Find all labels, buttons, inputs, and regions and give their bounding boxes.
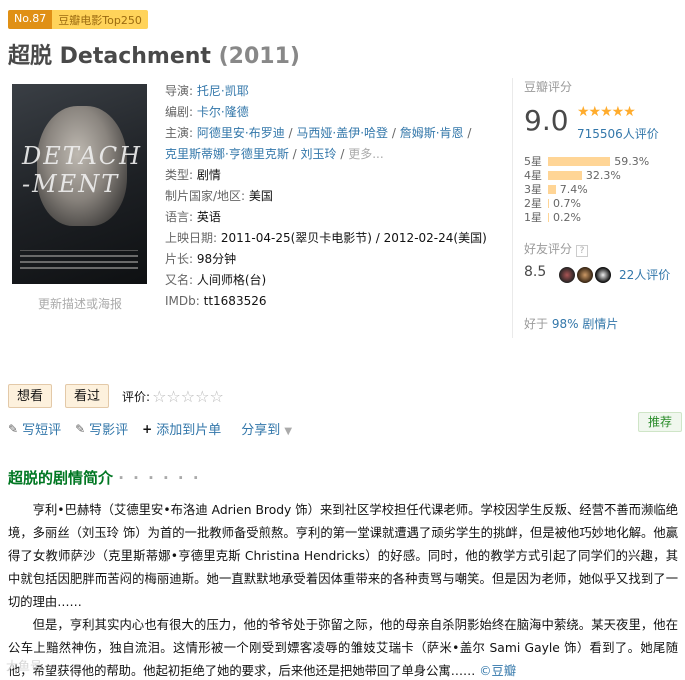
rating-bar-4: 4星 32.3%: [524, 168, 621, 183]
poster-title: DETACH -MENT: [22, 142, 143, 198]
chevron-down-icon: ▼: [284, 426, 293, 437]
summary-paragraph: 亨利•巴赫特（艾德里安•布洛迪 Adrien Brody 饰）来到社区学校担任代…: [8, 503, 678, 609]
recommend-button[interactable]: 推荐: [638, 412, 682, 432]
rating-bar-5: 5星 59.3%: [524, 154, 650, 169]
writer-row: 编剧: 卡尔·隆德: [165, 105, 249, 119]
rating-bar-3: 3星 7.4%: [524, 182, 588, 197]
rating-bar-fill: [548, 170, 582, 180]
cast-link[interactable]: 詹姆斯·肯恩: [400, 126, 464, 140]
genre-row: 类型: 剧情: [165, 168, 221, 182]
page-title: 超脱 Detachment (2011): [8, 38, 300, 70]
watched-button[interactable]: 看过: [65, 384, 110, 408]
action-links: ✎ 写短评 ✎ 写影评 + 添加到片单 分享到 ▼: [8, 419, 292, 439]
friends-count-link[interactable]: 22人评价: [619, 266, 670, 283]
update-poster-link[interactable]: 更新描述或海报: [38, 295, 122, 312]
aka-value: 人间师格(台): [196, 273, 267, 287]
rate-stars-input[interactable]: ☆☆☆☆☆: [152, 387, 224, 406]
genre-value: 剧情: [196, 168, 221, 182]
summary-paragraph: 但是，亨利其实内心也有很大的压力，他的爷爷处于弥留之际，他的母亲自杀阴影始终在脑…: [8, 618, 678, 678]
rating-bar-1: 1星 0.2%: [524, 210, 581, 225]
help-icon[interactable]: ?: [576, 245, 589, 257]
release-value: 2011-04-25(翠贝卡电影节) / 2012-02-24(美国): [220, 231, 487, 245]
avatar[interactable]: [595, 267, 611, 283]
director-link[interactable]: 托尼·凯耶: [197, 84, 249, 98]
write-short-review-link[interactable]: ✎ 写短评: [8, 419, 61, 439]
share-dropdown[interactable]: 分享到 ▼: [241, 419, 292, 438]
plot-summary: 亨利•巴赫特（艾德里安•布洛迪 Adrien Brody 饰）来到社区学校担任代…: [8, 499, 678, 680]
movie-year: (2011): [218, 44, 300, 69]
rating-count-link[interactable]: 715506人评价: [577, 125, 659, 142]
cast-link[interactable]: 马西娅·盖伊·哈登: [296, 126, 388, 140]
imdb-value: tt1683526: [203, 294, 267, 308]
runtime-value: 98分钟: [196, 252, 237, 266]
plus-icon: +: [142, 421, 153, 436]
rating-distribution: 5星 59.3% 4星 32.3% 3星 7.4% 2星 0.7% 1星 0.2%: [524, 154, 650, 225]
rank-number: No.87: [8, 10, 53, 29]
top250-label: 豆瓣电影Top250: [52, 10, 148, 29]
language-value: 英语: [196, 210, 221, 224]
cast-row-1: 主演: 阿德里安·布罗迪 / 马西娅·盖伊·哈登 / 詹姆斯·肯恩 /: [165, 126, 472, 140]
add-to-list-link[interactable]: + 添加到片单: [142, 419, 221, 439]
summary-heading: 超脱的剧情简介 · · · · · ·: [8, 469, 201, 487]
better-than: 好于 98% 剧情片: [524, 317, 619, 331]
release-row: 上映日期: 2011-04-25(翠贝卡电影节) / 2012-02-24(美国…: [165, 231, 487, 245]
write-review-link[interactable]: ✎ 写影评: [75, 419, 128, 439]
rating-bar-fill: [548, 212, 549, 222]
rating-bar-fill: [548, 184, 556, 194]
movie-name: 超脱 Detachment: [8, 44, 211, 69]
cast-row-2: 克里斯蒂娜·亨德里克斯 / 刘玉玲 / 更多...: [165, 147, 384, 161]
comment-icon: ✎: [8, 421, 19, 436]
cast-link[interactable]: 克里斯蒂娜·亨德里克斯: [165, 147, 289, 161]
cast-link[interactable]: 刘玉玲: [301, 147, 337, 161]
watermark: 大鱼号: [6, 659, 43, 673]
douban-copyright-link[interactable]: ©豆瓣: [479, 664, 516, 678]
action-bar: 想看 看过 评价: ☆☆☆☆☆: [8, 384, 224, 408]
rating-panel: 豆瓣评分 9.0 ★★★★★ 715506人评价 5星 59.3% 4星 32.3%…: [512, 78, 677, 338]
pencil-icon: ✎: [75, 421, 86, 436]
avatar[interactable]: [559, 267, 575, 283]
movie-poster[interactable]: DETACH -MENT: [12, 84, 147, 284]
rating-header: 豆瓣评分: [524, 80, 573, 94]
language-row: 语言: 英语: [165, 210, 221, 224]
friends-score: 8.5: [524, 264, 547, 280]
poster-credits: [20, 250, 138, 269]
writer-link[interactable]: 卡尔·隆德: [197, 105, 249, 119]
rating-score: 9.0: [524, 104, 569, 137]
imdb-row: IMDb: tt1683526: [165, 294, 267, 308]
friends-rating-header: 好友评分?: [524, 240, 589, 257]
rating-bar-fill: [548, 198, 549, 208]
better-than-link[interactable]: 98% 剧情片: [552, 317, 619, 331]
aka-row: 又名: 人间师格(台): [165, 273, 267, 287]
want-to-watch-button[interactable]: 想看: [8, 384, 53, 408]
director-row: 导演: 托尼·凯耶: [165, 84, 249, 98]
rating-bar-2: 2星 0.7%: [524, 196, 581, 211]
runtime-row: 片长: 98分钟: [165, 252, 237, 266]
cast-link[interactable]: 阿德里安·布罗迪: [197, 126, 285, 140]
rating-stars: ★★★★★: [577, 104, 636, 120]
friend-avatars: [559, 267, 611, 283]
top250-badge[interactable]: No.87 豆瓣电影Top250: [8, 10, 148, 29]
rate-label: 评价:: [122, 389, 151, 404]
rating-bar-fill: [548, 156, 611, 166]
country-row: 制片国家/地区: 美国: [165, 189, 273, 203]
country-value: 美国: [248, 189, 273, 203]
movie-info: 导演: 托尼·凯耶 编剧: 卡尔·隆德 主演: 阿德里安·布罗迪 / 马西娅·盖…: [165, 81, 505, 312]
cast-more-link[interactable]: 更多...: [348, 147, 383, 161]
avatar[interactable]: [577, 267, 593, 283]
